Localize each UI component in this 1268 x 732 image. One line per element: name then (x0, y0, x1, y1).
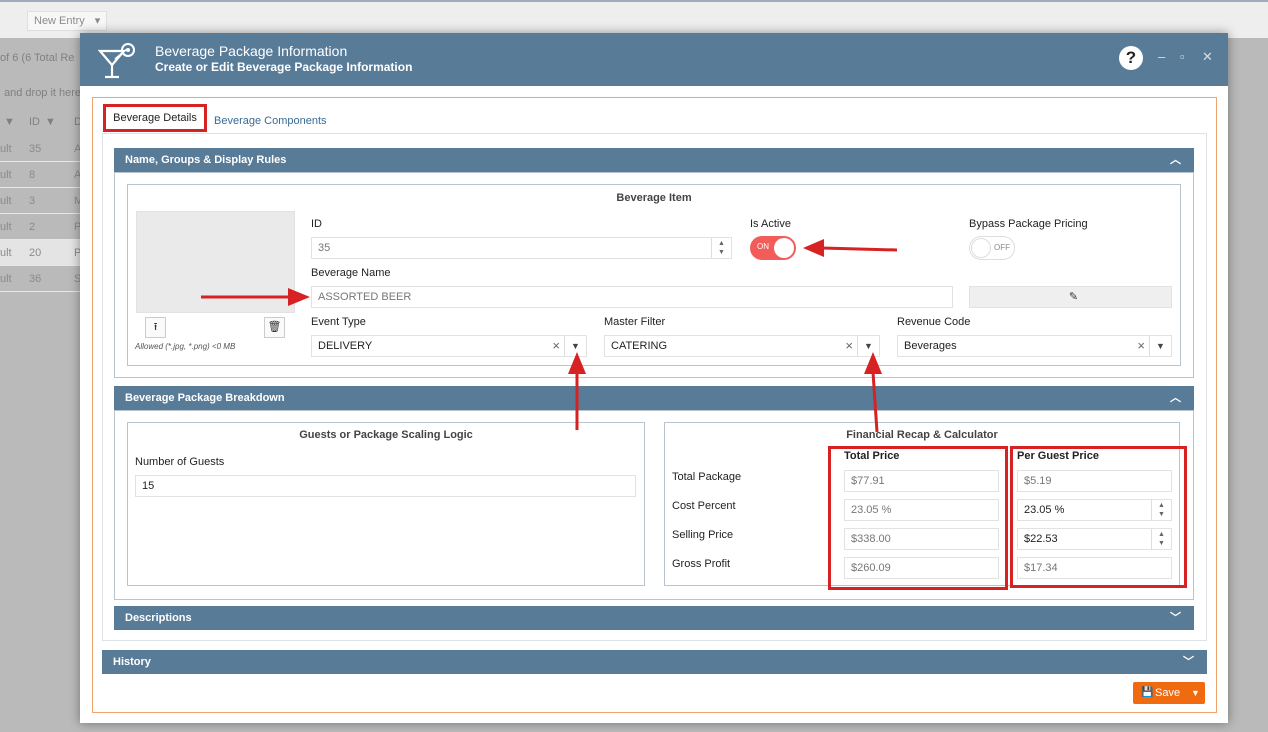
floppy-disk-icon: 💾 (1141, 687, 1154, 698)
tab-beverage-details[interactable]: Beverage Details (103, 104, 207, 132)
is-active-label: Is Active (750, 218, 791, 230)
beverage-name-label: Beverage Name (311, 267, 391, 279)
master-filter-select[interactable]: CATERING × ▼ (604, 335, 880, 357)
guests-box-title: Guests or Package Scaling Logic (299, 429, 473, 441)
financial-box-title: Financial Recap & Calculator (846, 429, 998, 441)
event-type-label: Event Type (311, 316, 366, 328)
edit-name-button[interactable]: ✎ (969, 286, 1172, 308)
id-label: ID (311, 218, 322, 230)
id-field[interactable]: 35 ▲ ▼ (311, 237, 732, 259)
id-stepper[interactable]: ▲ ▼ (711, 238, 731, 258)
bypass-pricing-toggle[interactable]: OFF (969, 236, 1015, 260)
financial-row-label: Cost Percent (672, 500, 736, 512)
chevron-up-icon[interactable]: ︿ (1170, 386, 1181, 410)
pencil-icon: ✎ (1068, 291, 1079, 303)
event-type-value: DELIVERY (318, 340, 373, 352)
clear-icon[interactable]: × (1137, 336, 1145, 356)
maximize-icon[interactable]: ▫ (1180, 49, 1185, 64)
guests-box (127, 422, 645, 586)
number-of-guests-label: Number of Guests (135, 456, 225, 468)
chevron-down-icon[interactable]: ▼ (1191, 682, 1200, 704)
help-icon[interactable]: ? (1119, 46, 1143, 70)
trash-icon[interactable]: 🗑 (264, 317, 285, 338)
section-breakdown-header[interactable]: Beverage Package Breakdown ︿ (114, 386, 1194, 410)
id-value: 35 (318, 242, 331, 254)
beverage-name-field[interactable]: ASSORTED BEER (311, 286, 953, 308)
chevron-down-icon[interactable]: ﹀ (1170, 606, 1181, 630)
section-title: Beverage Package Breakdown (125, 392, 285, 404)
toggle-state: OFF (994, 243, 1010, 252)
number-of-guests-field[interactable]: 15 (135, 475, 636, 497)
allowed-files-note: Allowed (*.jpg, *.png) <0 MB (135, 342, 236, 351)
save-button[interactable]: 💾 Save ▼ (1133, 682, 1205, 704)
minimize-icon[interactable]: – (1158, 49, 1165, 64)
clear-icon[interactable]: × (552, 336, 560, 356)
close-icon[interactable]: ✕ (1202, 49, 1213, 65)
image-placeholder[interactable] (136, 211, 295, 313)
revenue-code-value: Beverages (904, 340, 957, 352)
financial-row-label: Gross Profit (672, 558, 731, 570)
chevron-down-icon[interactable]: ﹀ (1183, 650, 1194, 674)
event-type-select[interactable]: DELIVERY × ▼ (311, 335, 587, 357)
chevron-up-icon[interactable]: ︿ (1170, 148, 1181, 172)
tab-beverage-components[interactable]: Beverage Components (214, 115, 327, 127)
bypass-pricing-label: Bypass Package Pricing (969, 218, 1088, 230)
section-descriptions-header[interactable]: Descriptions ﹀ (114, 606, 1194, 630)
clear-icon[interactable]: × (845, 336, 853, 356)
financial-row-label: Selling Price (672, 529, 734, 541)
annotation-highlight-per-guest (1010, 446, 1187, 588)
revenue-code-label: Revenue Code (897, 316, 971, 328)
master-filter-label: Master Filter (604, 316, 666, 328)
chevron-down-icon[interactable]: ▼ (857, 336, 879, 356)
financial-row-label: Total Package (672, 471, 742, 483)
toggle-state: ON (757, 242, 769, 251)
is-active-toggle[interactable]: ON (750, 236, 796, 260)
cocktail-icon (97, 43, 135, 79)
section-title: Descriptions (125, 612, 192, 624)
modal-subtitle: Create or Edit Beverage Package Informat… (155, 60, 413, 74)
master-filter-value: CATERING (611, 340, 668, 352)
chevron-down-icon[interactable]: ▼ (1149, 336, 1171, 356)
beverage-item-title: Beverage Item (616, 192, 692, 204)
chevron-down-icon[interactable]: ▼ (564, 336, 586, 356)
upload-icon[interactable]: ⭱ (145, 317, 166, 338)
revenue-code-select[interactable]: Beverages × ▼ (897, 335, 1172, 357)
section-name-groups-header[interactable]: Name, Groups & Display Rules ︿ (114, 148, 1194, 172)
section-history-header[interactable]: History ﹀ (102, 650, 1207, 674)
save-label: Save (1155, 687, 1181, 699)
modal-title: Beverage Package Information (155, 43, 348, 59)
section-title: History (113, 656, 151, 668)
modal-header: Beverage Package Information Create or E… (80, 33, 1228, 86)
annotation-highlight-total (828, 446, 1008, 590)
section-title: Name, Groups & Display Rules (125, 154, 287, 166)
